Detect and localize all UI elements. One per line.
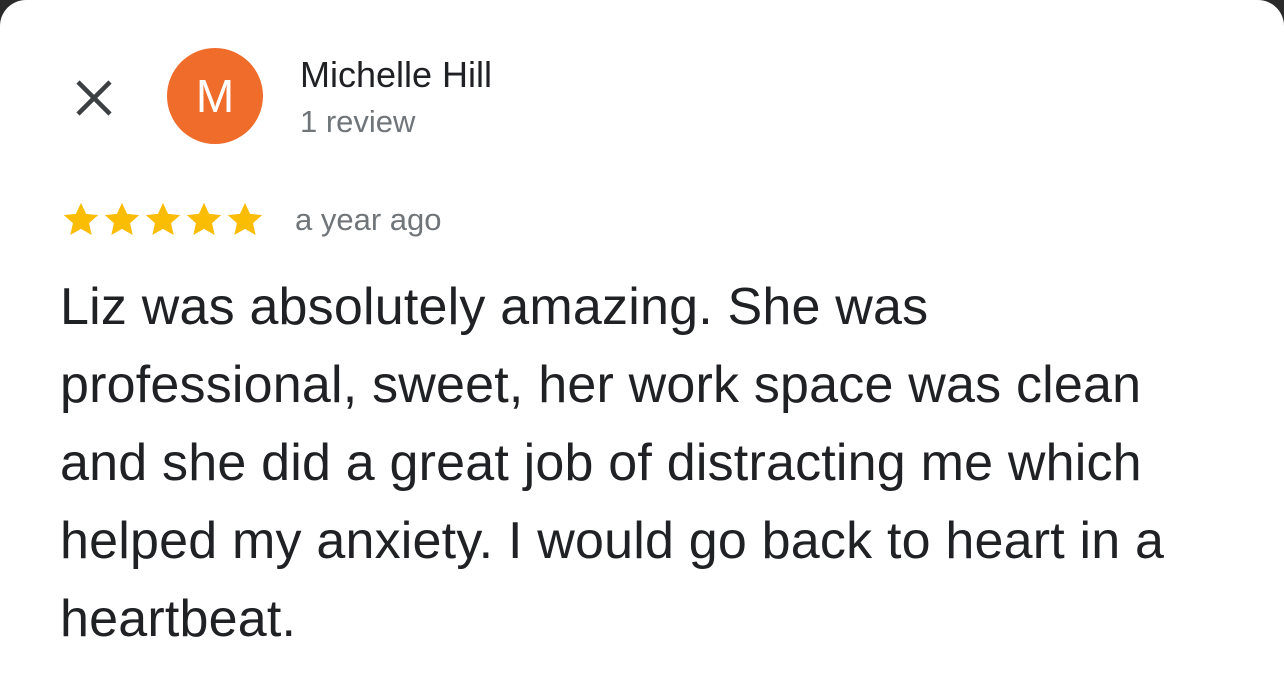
review-dialog: M Michelle Hill 1 review a year ago Liz … — [0, 0, 1284, 677]
star-icon — [142, 199, 184, 241]
author-name[interactable]: Michelle Hill — [300, 53, 492, 97]
star-icon — [224, 199, 266, 241]
rating-row: a year ago — [60, 196, 442, 244]
star-icon — [101, 199, 143, 241]
star-icon — [183, 199, 225, 241]
close-icon — [76, 80, 112, 116]
close-button[interactable] — [70, 74, 118, 122]
review-text: Liz was absolutely amazing. She was prof… — [60, 278, 1165, 648]
review-date: a year ago — [295, 202, 442, 237]
avatar[interactable]: M — [167, 48, 263, 144]
star-rating — [60, 199, 265, 241]
author-review-count: 1 review — [300, 104, 416, 139]
avatar-letter: M — [195, 70, 235, 122]
star-icon — [60, 199, 102, 241]
